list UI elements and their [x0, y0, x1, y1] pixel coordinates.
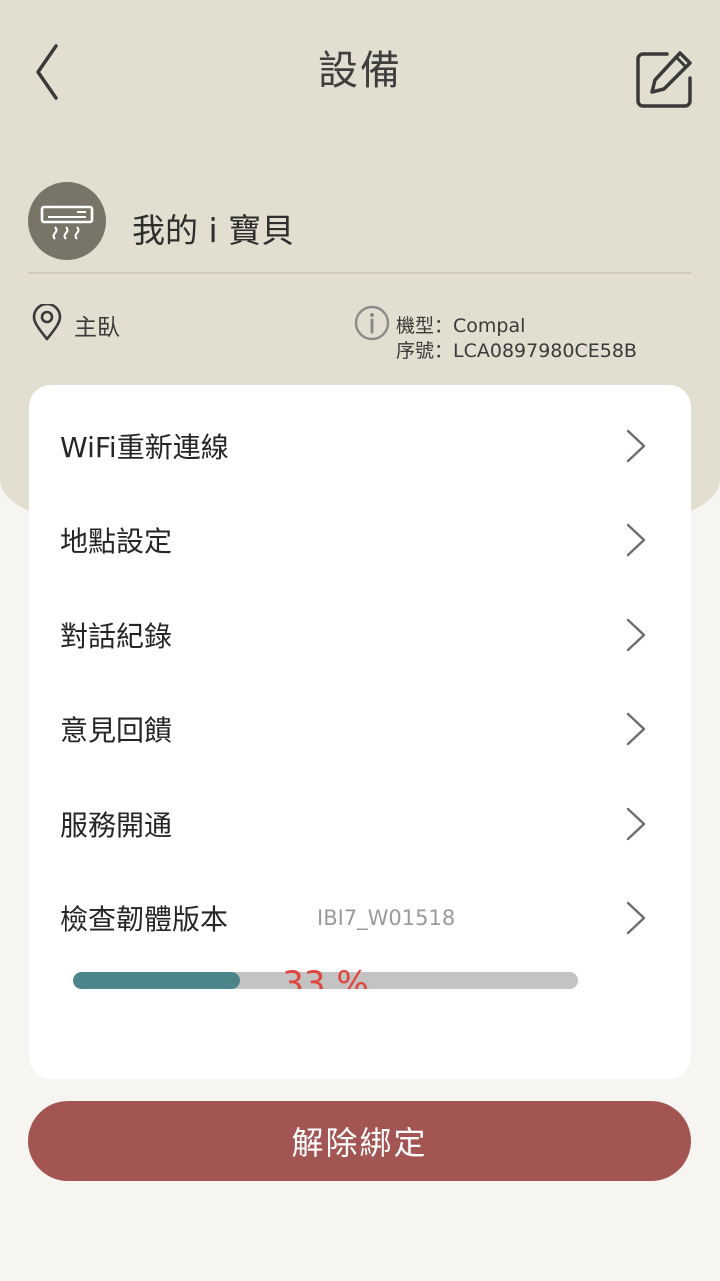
menu-item-conversation-log[interactable]: 對話紀錄: [29, 591, 691, 681]
menu-item-label: 對話紀錄: [60, 620, 173, 653]
edit-button[interactable]: [634, 48, 696, 110]
menu-item-label: 服務開通: [60, 809, 173, 842]
location-pin-icon: [30, 302, 64, 342]
chevron-right-icon: [626, 523, 646, 557]
chevron-right-icon: [626, 712, 646, 746]
device-info: 機型：Compal 序號：LCA0897980CE58B: [396, 314, 637, 364]
air-conditioner-icon: [40, 205, 94, 240]
menu-item-label: 意見回饋: [60, 714, 173, 747]
device-location: 主臥: [74, 315, 120, 341]
firmware-version: IBI7_W01518: [317, 906, 456, 930]
menu-item-label: WiFi重新連線: [60, 431, 229, 464]
chevron-right-icon: [626, 807, 646, 841]
menu-item-feedback[interactable]: 意見回饋: [29, 685, 691, 775]
page-title: 設備: [318, 48, 402, 94]
firmware-progress-percent: 33 %: [282, 964, 369, 989]
info-icon: [353, 304, 391, 342]
menu-item-location-setting[interactable]: 地點設定: [29, 496, 691, 586]
divider: [28, 272, 691, 274]
chevron-right-icon: [626, 901, 646, 935]
menu-item-label: 檢查韌體版本: [60, 903, 229, 936]
settings-card: WiFi重新連線 地點設定 對話紀錄 意見回饋 服務開通 檢查韌體版本 IBI7…: [29, 385, 691, 1079]
menu-item-check-firmware[interactable]: 檢查韌體版本 IBI7_W01518: [29, 874, 691, 964]
edit-icon: [636, 51, 692, 108]
device-model: 機型：Compal: [396, 315, 526, 337]
menu-item-wifi-reconnect[interactable]: WiFi重新連線: [29, 402, 691, 492]
device-avatar: [28, 182, 106, 260]
device-serial: 序號：LCA0897980CE58B: [396, 340, 637, 362]
chevron-right-icon: [626, 429, 646, 463]
device-name: 我的 i 寶貝: [132, 211, 295, 250]
menu-item-label: 地點設定: [60, 525, 173, 558]
menu-item-service-activation[interactable]: 服務開通: [29, 780, 691, 870]
chevron-right-icon: [626, 618, 646, 652]
unbind-button[interactable]: 解除綁定: [28, 1101, 691, 1181]
